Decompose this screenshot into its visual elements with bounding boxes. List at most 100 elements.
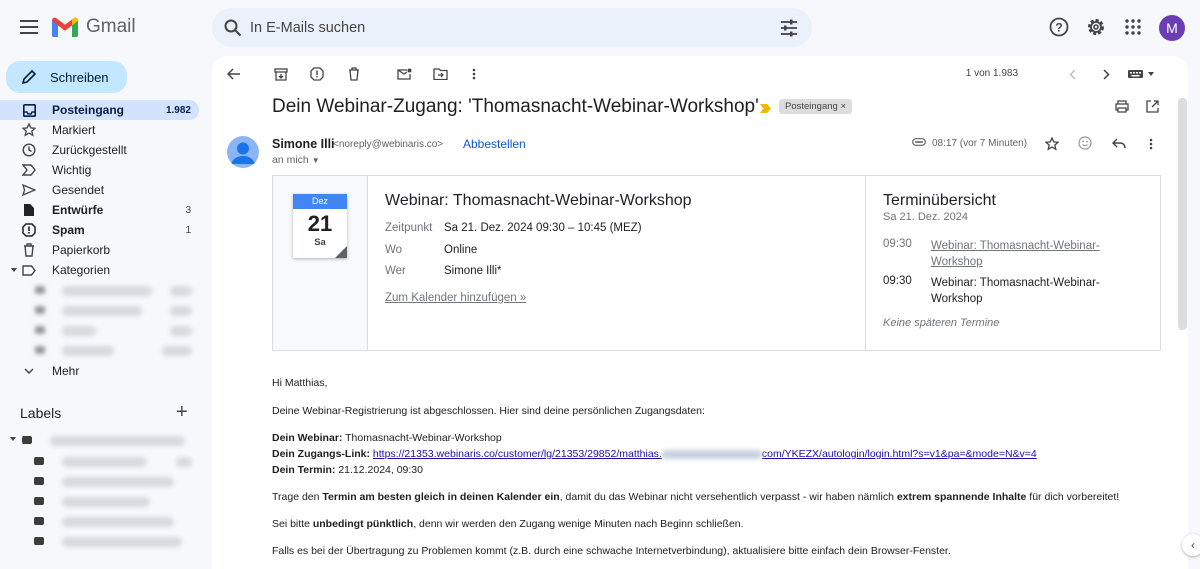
nav-item-snoozed[interactable]: Zurückgestellt	[0, 140, 199, 160]
chevron-right-icon[interactable]	[1098, 66, 1114, 82]
body-date-line: Dein Termin: 21.12.2024, 09:30	[272, 464, 423, 476]
nav-count: 1	[185, 224, 191, 236]
sender-email: <noreply@webinaris.co>	[333, 139, 444, 150]
report-spam-icon[interactable]	[309, 66, 325, 82]
importance-marker-icon[interactable]	[760, 104, 771, 113]
archive-icon[interactable]	[273, 66, 289, 82]
main-menu-icon[interactable]	[16, 14, 42, 40]
nav-item-important[interactable]: Wichtig	[0, 160, 199, 180]
event-where: Online	[444, 244, 478, 256]
nav-item-sent[interactable]: Gesendet	[0, 180, 199, 200]
body-greeting: Hi Matthias,	[272, 377, 328, 389]
mark-unread-icon[interactable]	[396, 66, 412, 82]
text-bold-segment: unbedingt pünktlich	[312, 518, 414, 530]
svg-text:?: ?	[1055, 21, 1062, 35]
sender-name[interactable]: Simone Illi	[272, 137, 335, 151]
back-arrow-icon[interactable]	[226, 66, 242, 82]
add-label-plus-icon[interactable]: +	[176, 402, 188, 422]
agenda-item-name[interactable]: Webinar: Thomasnacht-Webinar-Workshop	[931, 238, 1131, 270]
gmail-m-icon	[52, 17, 78, 37]
emoji-reaction-icon[interactable]	[1078, 136, 1092, 150]
text-bold-segment: Termin am besten gleich in deinen Kalend…	[322, 491, 560, 503]
date-value: 21.12.2024, 09:30	[338, 464, 423, 476]
nav-label: Mehr	[52, 364, 80, 378]
nav-item-categories[interactable]: Kategorien	[0, 260, 199, 280]
spam-icon	[22, 223, 36, 237]
chevron-left-icon[interactable]	[1064, 66, 1080, 82]
help-icon[interactable]: ?	[1047, 15, 1071, 39]
text-segment: , denn wir werden den Zugang wenige Minu…	[413, 518, 744, 530]
unsubscribe-link[interactable]: Abbestellen	[463, 137, 526, 151]
send-icon	[22, 183, 36, 197]
sender-avatar[interactable]	[227, 136, 259, 168]
important-icon	[22, 163, 36, 177]
side-panel-toggle-icon[interactable]: ‹	[1182, 534, 1200, 556]
account-avatar[interactable]: M	[1159, 15, 1185, 41]
compose-button[interactable]: Schreiben	[6, 61, 127, 93]
scrollbar-thumb[interactable]	[1178, 98, 1187, 330]
event-when: Sa 21. Dez. 2024 09:30 – 10:45 (MEZ)	[444, 222, 642, 234]
gmail-logo[interactable]: Gmail	[52, 16, 136, 38]
search-bar[interactable]	[212, 8, 812, 47]
more-vertical-icon[interactable]	[1149, 138, 1153, 150]
search-options-icon[interactable]	[778, 17, 800, 39]
redacted-text	[661, 449, 762, 459]
compose-label: Schreiben	[50, 69, 109, 85]
nav-count: 1.982	[165, 104, 191, 116]
body-webinar-line: Dein Webinar: Thomasnacht-Webinar-Worksh…	[272, 432, 502, 444]
agenda-item-name: Webinar: Thomasnacht-Webinar-Workshop	[931, 277, 1100, 305]
event-who: Simone Illi*	[444, 265, 502, 277]
search-icon[interactable]	[222, 17, 244, 39]
body-link-line: Dein Zugangs-Link: https://21353.webinar…	[272, 448, 1037, 460]
event-when-label: Zeitpunkt	[385, 222, 433, 234]
caret-down-icon[interactable]	[10, 437, 16, 441]
nav-item-more[interactable]: Mehr	[0, 361, 199, 381]
keyboard-input-icon[interactable]	[1127, 66, 1157, 82]
nav-label: Wichtig	[52, 163, 92, 177]
access-link[interactable]: https://21353.webinaris.co/customer/lg/2…	[373, 448, 1037, 460]
recipient-details[interactable]: an mich ▼	[272, 154, 320, 166]
page-fold-icon	[335, 246, 347, 258]
inbox-tag[interactable]: Posteingang ×	[779, 99, 853, 114]
star-icon[interactable]	[1045, 137, 1059, 151]
print-icon[interactable]	[1115, 100, 1129, 113]
reply-icon[interactable]	[1112, 138, 1126, 149]
inbox-tag-label: Posteingang	[785, 101, 838, 112]
delete-icon[interactable]	[346, 66, 362, 82]
caret-down-icon[interactable]	[10, 263, 18, 277]
nav-label: Kategorien	[52, 263, 111, 277]
pencil-icon	[22, 70, 36, 84]
search-input[interactable]	[250, 19, 730, 36]
open-new-window-icon[interactable]	[1146, 100, 1159, 113]
move-to-folder-icon[interactable]	[432, 66, 448, 82]
nav-count: 3	[185, 204, 191, 216]
clock-icon	[22, 143, 36, 157]
link-label: Dein Zugangs-Link:	[272, 448, 370, 460]
apps-grid-icon[interactable]	[1121, 15, 1145, 39]
labels-heading: Labels	[20, 405, 62, 421]
event-who-label: Wer	[385, 265, 406, 277]
nav-label: Entwürfe	[52, 203, 104, 217]
nav-label: Gesendet	[52, 183, 105, 197]
nav-item-inbox[interactable]: Posteingang 1.982	[0, 100, 199, 120]
access-link-end: com/YKEZX/autologin/login.html?s=v1&pa=&…	[761, 448, 1037, 460]
event-date-column: Dez 21 Sa	[273, 176, 368, 350]
text-bold-segment: extrem spannende Inhalte	[896, 491, 1027, 503]
text-segment: Sei bitte	[272, 518, 313, 530]
nav-item-starred[interactable]: Markiert	[0, 120, 199, 140]
text-segment: Trage den	[272, 491, 323, 503]
add-to-calendar-link[interactable]: Zum Kalender hinzufügen »	[385, 292, 526, 304]
inbox-icon	[22, 103, 36, 117]
agenda-date: Sa 21. Dez. 2024	[883, 211, 969, 223]
settings-gear-icon[interactable]	[1084, 15, 1108, 39]
more-vertical-icon[interactable]	[466, 66, 482, 82]
remove-tag-icon[interactable]: ×	[840, 101, 846, 112]
nav-item-drafts[interactable]: Entwürfe 3	[0, 200, 199, 220]
nav-item-trash[interactable]: Papierkorb	[0, 240, 199, 260]
caret-down-icon: ▼	[311, 156, 320, 165]
no-later-events: Keine späteren Termine	[883, 317, 1000, 329]
agenda-panel: Terminübersicht Sa 21. Dez. 2024 09:30 W…	[865, 176, 1161, 350]
recipient-label: an mich	[272, 154, 309, 166]
nav-item-spam[interactable]: Spam 1	[0, 220, 199, 240]
access-link-start: https://21353.webinaris.co/customer/lg/2…	[372, 448, 662, 460]
